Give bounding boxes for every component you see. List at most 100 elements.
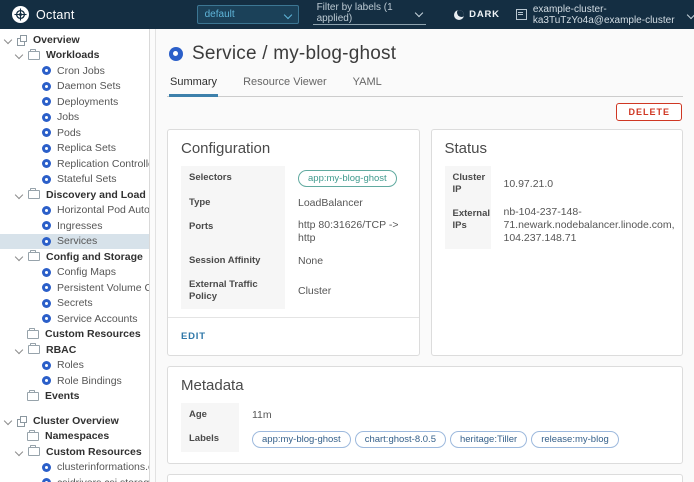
sidebar-item-workloads[interactable]: Workloads [0,48,149,64]
sidebar-item-jobs[interactable]: Jobs [0,110,149,126]
sidebar-item-discovery-and-load-balancing[interactable]: Discovery and Load Balancing [0,187,149,203]
label-chip[interactable]: chart:ghost-8.0.5 [355,431,446,448]
sidebar-item-persistent-volume-claims[interactable]: Persistent Volume Claims [0,280,149,296]
chevron-down-icon[interactable] [15,346,23,354]
sidebar-item-stateful-sets[interactable]: Stateful Sets [0,172,149,188]
config-key-type: Type [181,191,285,215]
status-key-cluster-ip: Cluster IP [445,166,491,202]
context-label: example-cluster-ka3TuTzYo4a@example-clus… [533,4,682,26]
chevron-down-icon[interactable] [15,448,23,456]
tab-summary[interactable]: Summary [169,76,218,97]
resource-icon [42,128,51,137]
sidebar-item-namespaces[interactable]: Namespaces [0,429,149,445]
status-value-external-ips: nb-104-237-148-71.newark.nodebalancer.li… [491,202,670,249]
sidebar-item-label: Daemon Sets [57,80,121,92]
sidebar-item-label: RBAC [46,344,76,356]
selector-chip[interactable]: app:my-blog-ghost [298,170,397,187]
sidebar-item-replica-sets[interactable]: Replica Sets [0,141,149,157]
sidebar-item-role-bindings[interactable]: Role Bindings [0,373,149,389]
sidebar-item-deployments[interactable]: Deployments [0,94,149,110]
resource-icon [42,376,51,385]
cluster-icon [516,9,527,20]
folder-icon [28,345,40,354]
metadata-card: Metadata Age 11m Labels app:my-blog-ghos… [167,366,683,464]
sidebar-item-csidrivers-csi-storage-k8s-io[interactable]: csidrivers.csi.storage.k8s.io [0,475,149,482]
sidebar-item-pods[interactable]: Pods [0,125,149,141]
sidebar-item-replication-controllers[interactable]: Replication Controllers [0,156,149,172]
sidebar-item-events[interactable]: Events [0,389,149,405]
action-bar: DELETE [167,97,683,121]
namespace-selector[interactable]: default [197,5,299,24]
sidebar-item-label: Roles [57,359,84,371]
configuration-title: Configuration [181,140,406,157]
edit-link[interactable]: EDIT [181,331,206,342]
chevron-down-icon[interactable] [4,36,12,44]
resource-icon [42,97,51,106]
resource-icon [42,237,51,246]
folder-icon [27,432,39,441]
label-chip[interactable]: heritage:Tiller [450,431,527,448]
sidebar-item-config-maps[interactable]: Config Maps [0,265,149,281]
resource-icon [42,478,51,482]
status-table: Cluster IP 10.97.21.0 External IPs nb-10… [445,166,670,249]
folder-icon [28,190,40,199]
sidebar-item-overview[interactable]: Overview [0,32,149,48]
sidebar-item-custom-resources[interactable]: Custom Resources [0,327,149,343]
chevron-down-icon [415,9,423,17]
folder-icon [27,330,39,339]
chevron-down-icon[interactable] [15,51,23,59]
label-chip[interactable]: release:my-blog [531,431,619,448]
metadata-key-age: Age [181,403,239,427]
chevron-down-icon [687,10,694,18]
theme-toggle[interactable]: DARK [454,9,500,20]
sidebar-item-cluster-overview[interactable]: Cluster Overview [0,413,149,429]
context-selector[interactable]: example-cluster-ka3TuTzYo4a@example-clus… [516,4,694,26]
resource-icon [42,283,51,292]
app-title: Octant [36,8,75,22]
configuration-table: Selectors app:my-blog-ghost Type LoadBal… [181,166,406,309]
sidebar-item-services[interactable]: Services [0,234,149,250]
sidebar-item-horizontal-pod-autoscalers[interactable]: Horizontal Pod Autoscalers [0,203,149,219]
sidebar-item-label: Role Bindings [57,375,122,387]
resource-icon [42,206,51,215]
tab-resource-viewer[interactable]: Resource Viewer [242,76,328,96]
config-value-external-traffic-policy: Cluster [285,273,406,309]
sidebar-item-config-and-storage[interactable]: Config and Storage [0,249,149,265]
metadata-table: Age 11m Labels app:my-blog-ghostchart:gh… [181,403,669,452]
label-chip[interactable]: app:my-blog-ghost [252,431,351,448]
label-filter-input[interactable]: Filter by labels (1 applied) [313,5,427,25]
delete-button[interactable]: DELETE [616,103,682,121]
sidebar-item-label: Persistent Volume Claims [57,282,149,294]
sidebar-item-ingresses[interactable]: Ingresses [0,218,149,234]
sidebar-item-secrets[interactable]: Secrets [0,296,149,312]
chevron-down-icon[interactable] [15,191,23,199]
sidebar-item-custom-resources[interactable]: Custom Resources [0,444,149,460]
chevron-down-icon[interactable] [4,417,12,425]
sidebar-item-label: Jobs [57,111,79,123]
tab-yaml[interactable]: YAML [352,76,383,96]
configuration-card: Configuration Selectors app:my-blog-ghos… [167,129,420,356]
config-value-type: LoadBalancer [285,191,406,215]
sidebar-item-label: clusterinformations.crd.projec [57,461,149,473]
chevron-down-icon [283,10,291,18]
sidebar-item-label: Namespaces [45,430,109,442]
sidebar-item-label: Deployments [57,96,118,108]
sidebar-item-service-accounts[interactable]: Service Accounts [0,311,149,327]
sidebar-item-label: Workloads [46,49,99,61]
metadata-key-labels: Labels [181,427,239,452]
sidebar-item-rbac[interactable]: RBAC [0,342,149,358]
page-title: Service / my-blog-ghost [192,43,396,65]
app-header: Octant default Filter by labels (1 appli… [0,0,694,29]
folder-icon [28,51,40,60]
sidebar-item-cron-jobs[interactable]: Cron Jobs [0,63,149,79]
sidebar-item-clusterinformations-crd-projec[interactable]: clusterinformations.crd.projec [0,460,149,476]
endpoints-card: Endpoints Target IP Node Name my-blog-gh… [167,474,683,482]
chevron-down-icon[interactable] [15,253,23,261]
sidebar-item-label: Ingresses [57,220,103,232]
sidebar-item-daemon-sets[interactable]: Daemon Sets [0,79,149,95]
resource-icon [42,144,51,153]
octant-logo[interactable]: Octant [0,6,85,23]
tab-bar: Summary Resource Viewer YAML [167,76,683,97]
sidebar-item-roles[interactable]: Roles [0,358,149,374]
folder-icon [28,252,40,261]
